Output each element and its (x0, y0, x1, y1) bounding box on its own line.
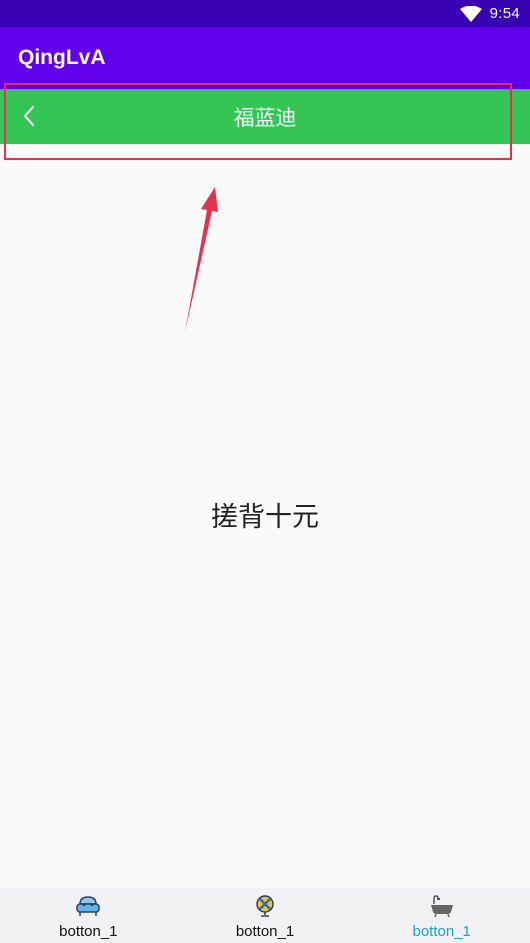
status-time: 9:54 (489, 5, 520, 22)
app-bar: QingLvA (0, 27, 530, 89)
nav-item-label: botton_1 (235, 923, 295, 940)
nav-item-3[interactable]: botton_1 (353, 888, 530, 943)
app-title: QingLvA (18, 46, 106, 69)
content-text: 搓背十元 (211, 502, 319, 532)
back-button[interactable] (14, 101, 44, 131)
nav-item-label: botton_1 (59, 923, 118, 940)
title-bar: 福蓝迪 (0, 89, 530, 144)
sofa-icon (76, 896, 101, 916)
annotation-arrow-icon (185, 187, 218, 332)
app-screen: 9:54 QingLvA 福蓝迪 搓背十元 botton_1 botton_1 … (0, 0, 530, 943)
wifi-icon (459, 5, 482, 22)
globe-icon (256, 895, 274, 917)
nav-item-1[interactable]: botton_1 (0, 888, 177, 943)
status-bar: 9:54 (0, 0, 530, 27)
back-chevron-icon (24, 106, 34, 126)
nav-item-label: botton_1 (412, 923, 471, 940)
page-title: 福蓝迪 (233, 106, 297, 130)
nav-item-2[interactable]: botton_1 (177, 888, 354, 943)
bathtub-icon (430, 895, 453, 918)
bottom-navigation: botton_1 botton_1 botton_1 (0, 888, 530, 943)
